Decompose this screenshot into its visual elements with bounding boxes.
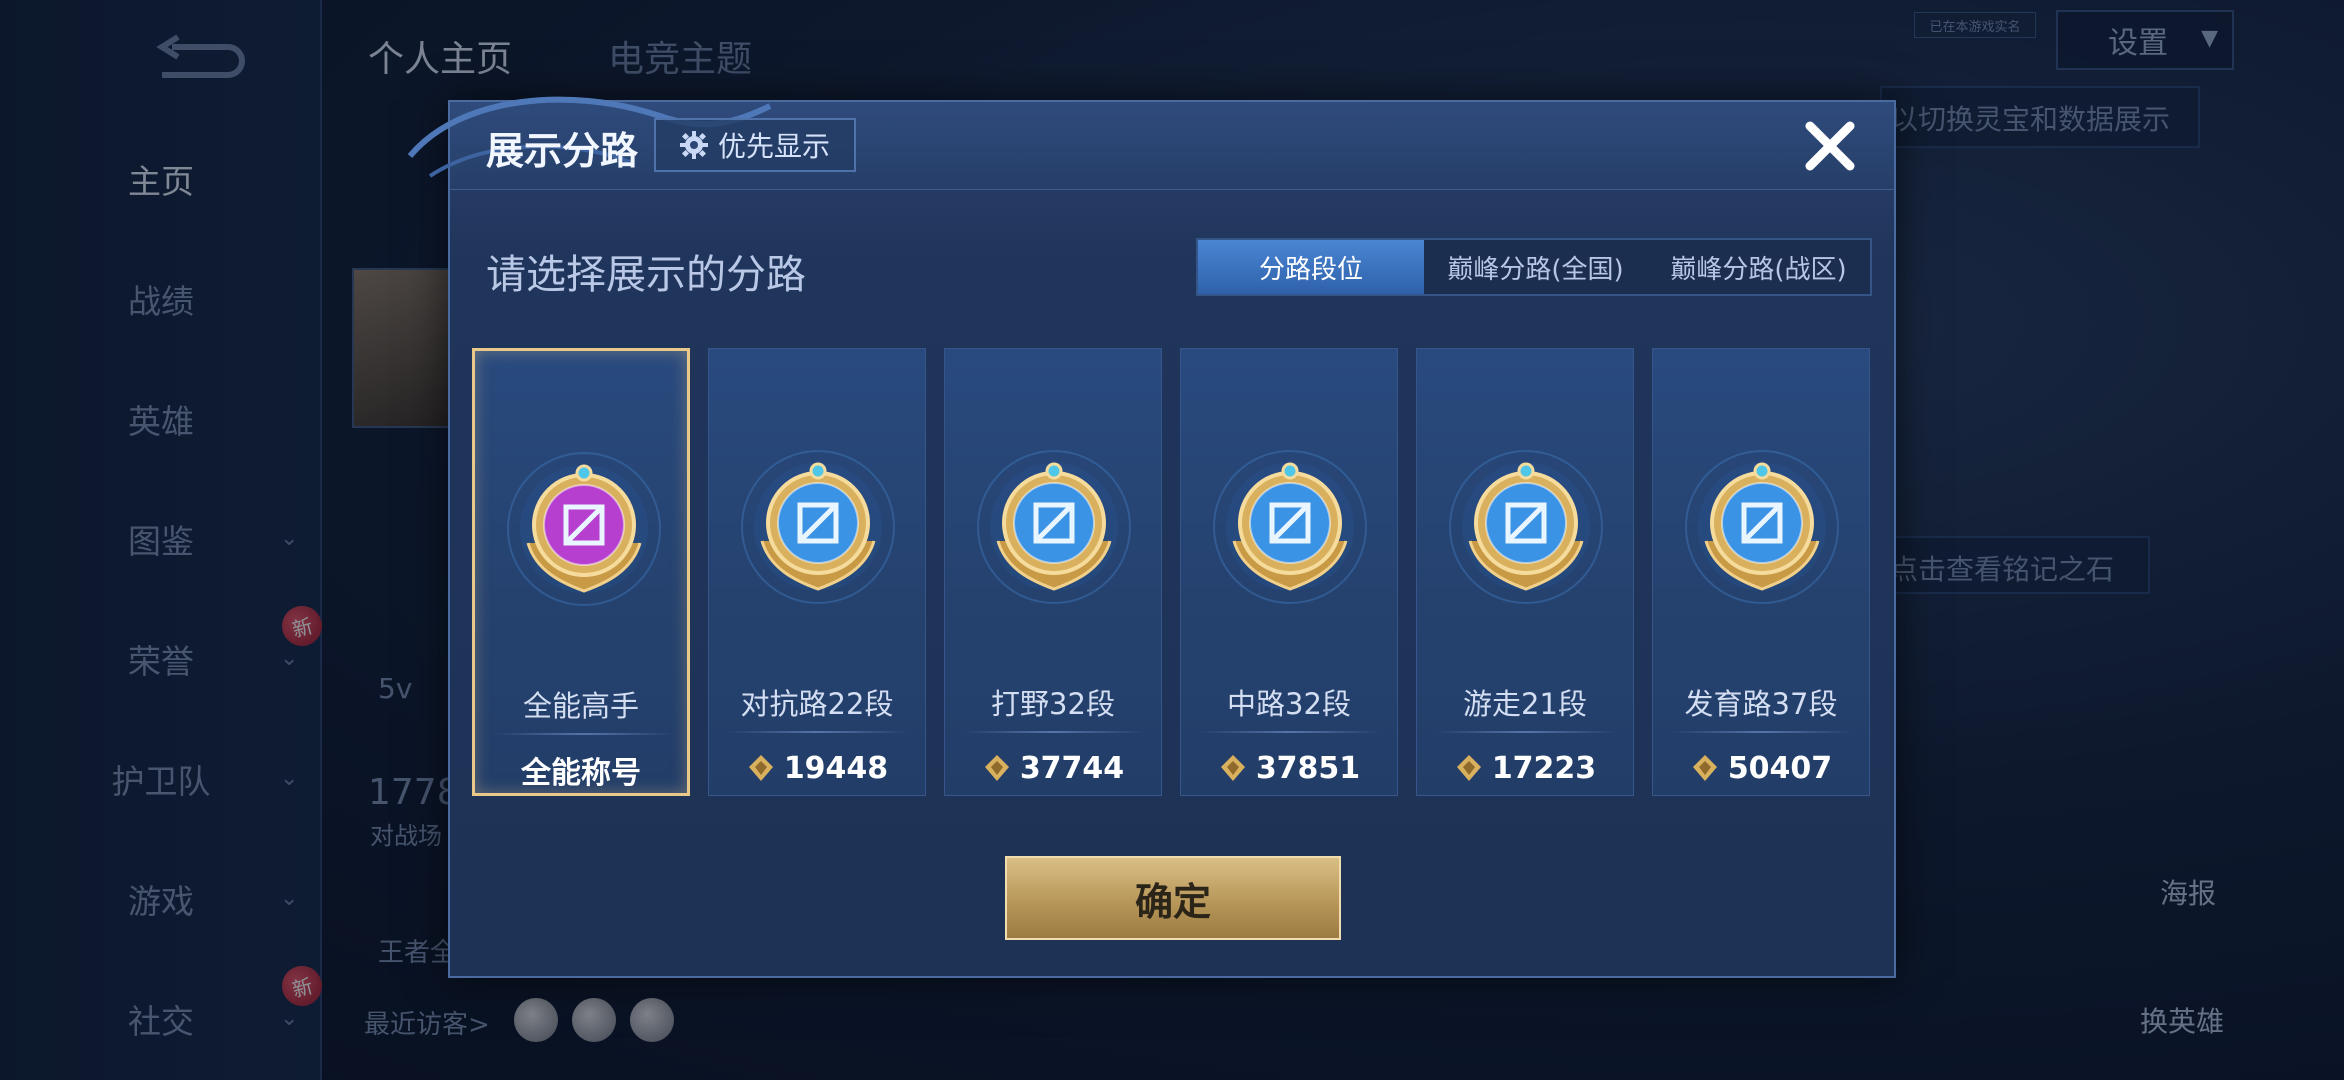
farm-lane-emblem-icon bbox=[1685, 450, 1839, 604]
lane-card-name: 中路32段 bbox=[1227, 687, 1351, 721]
all-round-emblem-icon bbox=[507, 452, 661, 606]
divider bbox=[1199, 731, 1381, 733]
dialog-subtitle: 请选择展示的分路 bbox=[486, 252, 806, 298]
dialog-title: 展示分路 bbox=[486, 129, 639, 173]
dialog-header: 展示分路 优先显示 bbox=[407, 96, 1894, 190]
lane-card[interactable]: 全能高手 全能称号 bbox=[472, 348, 690, 796]
lane-card-value-text: 37744 bbox=[1019, 750, 1125, 786]
lane-card-value: 19448 bbox=[709, 741, 925, 795]
lane-cards: 全能高手 全能称号 对抗路22段 19448 打野32段 37744 中路32段… bbox=[472, 348, 1872, 796]
close-icon bbox=[1805, 121, 1855, 171]
close-button[interactable] bbox=[1798, 114, 1862, 178]
lane-card-value: 37851 bbox=[1181, 741, 1397, 795]
lane-card[interactable]: 中路32段 37851 bbox=[1180, 348, 1398, 796]
ranking-type-segmented-control: 分路段位 巅峰分路(全国) 巅峰分路(战区) bbox=[1196, 238, 1872, 296]
lane-card-value-text: 37851 bbox=[1255, 750, 1361, 786]
priority-display-button[interactable]: 优先显示 bbox=[654, 118, 856, 172]
lane-card-name: 发育路37段 bbox=[1684, 687, 1838, 721]
mid-lane-emblem-icon bbox=[1213, 450, 1367, 604]
tab-lane-rank[interactable]: 分路段位 bbox=[1198, 240, 1424, 294]
peak-points-icon bbox=[1456, 755, 1481, 781]
peak-points-icon bbox=[748, 755, 773, 781]
lane-card[interactable]: 对抗路22段 19448 bbox=[708, 348, 926, 796]
tab-peak-lane-national[interactable]: 巅峰分路(全国) bbox=[1424, 240, 1647, 294]
lane-card-value: 37744 bbox=[945, 741, 1161, 795]
lane-card[interactable]: 发育路37段 50407 bbox=[1652, 348, 1870, 796]
lane-card-name: 全能高手 bbox=[522, 689, 639, 723]
priority-display-label: 优先显示 bbox=[717, 130, 830, 163]
lane-card-value-text: 50407 bbox=[1727, 750, 1833, 786]
lane-card-value-text: 19448 bbox=[783, 750, 889, 786]
clash-lane-emblem-icon bbox=[741, 450, 895, 604]
lane-card[interactable]: 打野32段 37744 bbox=[944, 348, 1162, 796]
divider bbox=[1435, 731, 1617, 733]
tab-peak-lane-region[interactable]: 巅峰分路(战区) bbox=[1647, 240, 1870, 294]
peak-points-icon bbox=[984, 755, 1009, 781]
divider bbox=[1671, 731, 1853, 733]
confirm-button[interactable]: 确定 bbox=[1005, 856, 1341, 940]
lane-card-value: 17223 bbox=[1417, 741, 1633, 795]
lane-card-value-text: 17223 bbox=[1491, 750, 1597, 786]
divider bbox=[493, 733, 675, 735]
divider bbox=[727, 731, 909, 733]
lane-card-name: 对抗路22段 bbox=[740, 687, 894, 721]
lane-card[interactable]: 游走21段 17223 bbox=[1416, 348, 1634, 796]
lane-card-name: 游走21段 bbox=[1463, 687, 1587, 721]
peak-points-icon bbox=[1220, 755, 1245, 781]
gear-icon bbox=[679, 131, 708, 159]
divider bbox=[963, 731, 1145, 733]
roam-wings-emblem-icon bbox=[1449, 450, 1603, 604]
lane-card-value: 50407 bbox=[1653, 741, 1869, 795]
lane-card-value: 全能称号 bbox=[475, 743, 687, 797]
lane-display-dialog: 展示分路 优先显示 请选择展示的分路 分路段位 巅峰分路(全国) 巅峰分路(战区… bbox=[407, 96, 1896, 978]
lane-card-name: 打野32段 bbox=[991, 687, 1115, 721]
peak-points-icon bbox=[1692, 755, 1717, 781]
jungle-dragon-emblem-icon bbox=[977, 450, 1131, 604]
lane-card-value-text: 全能称号 bbox=[521, 756, 641, 791]
